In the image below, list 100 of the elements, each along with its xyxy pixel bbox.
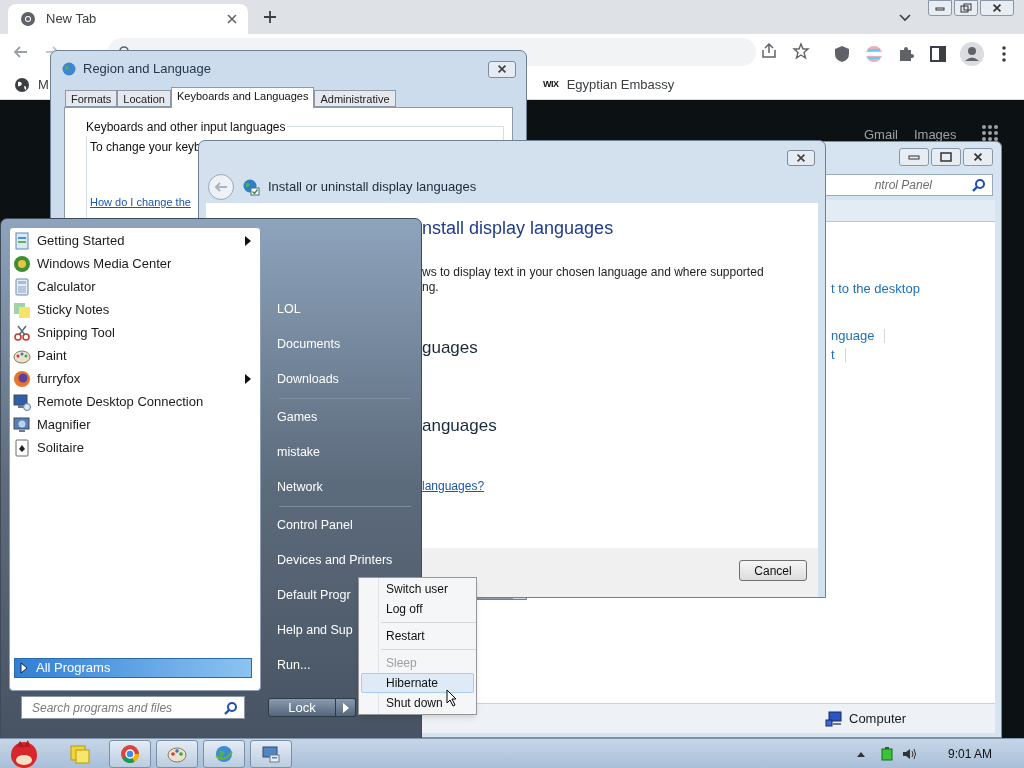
menu-item[interactable]: mistake (269, 443, 321, 462)
program-item[interactable]: Windows Media Center (13, 252, 252, 275)
program-item[interactable]: Paint (13, 344, 252, 367)
sticky-notes-icon (13, 300, 31, 319)
program-label: Windows Media Center (37, 254, 173, 273)
program-item[interactable]: Getting Started (13, 229, 252, 252)
calculator-icon (13, 277, 31, 296)
description: ws to display text in your chosen language and where supported ng. (422, 265, 764, 295)
program-item[interactable]: Sticky Notes (13, 298, 252, 321)
browser-icon (20, 11, 36, 27)
menu-item[interactable]: Log off (361, 599, 474, 619)
program-item[interactable]: Magnifier (13, 413, 252, 436)
program-label: furryfox (37, 369, 82, 388)
taskbar-button[interactable] (156, 739, 198, 768)
tab[interactable]: Location (117, 90, 171, 107)
status-location: Computer (849, 709, 907, 728)
minimize-button[interactable] (928, 0, 952, 16)
menu-item[interactable]: Network (269, 478, 323, 497)
menu-item[interactable]: Restart (361, 626, 474, 646)
program-item[interactable]: Solitaire (13, 436, 252, 459)
page-heading: nstall display languages (422, 217, 615, 240)
program-label: Paint (37, 346, 68, 365)
link[interactable]: nguage (831, 327, 875, 344)
restore-button[interactable] (954, 0, 978, 16)
section-heading: guages (422, 337, 478, 359)
star-icon[interactable] (792, 42, 810, 60)
close-button[interactable] (980, 0, 1014, 16)
minimize-button[interactable] (899, 148, 929, 166)
triangle-right-icon (342, 702, 349, 713)
menu-item[interactable]: Documents (269, 335, 341, 354)
link[interactable]: t to the desktop (831, 280, 920, 297)
menu-item[interactable]: Switch user (361, 579, 474, 599)
new-tab-icon[interactable] (262, 9, 278, 25)
close-button[interactable] (787, 150, 815, 166)
program-label: Magnifier (37, 415, 92, 434)
close-button[interactable] (963, 148, 993, 166)
menu-item[interactable]: Control Panel (269, 516, 353, 535)
media-orb-icon (13, 254, 31, 273)
menu-item[interactable]: Devices and Printers (269, 551, 393, 570)
menu-item[interactable]: Default Progr (269, 586, 351, 605)
bookmark[interactable]: WIX Egyptian Embassy (543, 76, 675, 94)
page-link[interactable]: Images (913, 125, 957, 145)
profile-avatar-icon[interactable] (960, 42, 984, 66)
program-label: Getting Started (37, 231, 126, 250)
taskbar-button[interactable] (250, 739, 292, 768)
tab[interactable]: Keyboards and Languages (170, 87, 315, 108)
search-icon (972, 178, 986, 192)
tab-title: New Tab (46, 10, 98, 29)
close-icon (971, 151, 985, 163)
search-field[interactable]: Search programs and files (21, 696, 245, 719)
menu-item[interactable]: Hibernate (361, 673, 474, 693)
tab[interactable]: Formats (65, 90, 118, 107)
cancel-button[interactable]: Cancel (739, 560, 807, 581)
taskbar-button[interactable] (203, 739, 245, 768)
side-panel-icon[interactable] (928, 44, 948, 64)
all-programs-button[interactable]: All Programs (14, 658, 252, 678)
document-icon (13, 231, 31, 250)
computer-icon (825, 710, 843, 727)
menu-item[interactable]: Shut down (361, 693, 474, 713)
lock-button[interactable]: Lock (268, 698, 336, 717)
tab[interactable]: Administrative (314, 90, 396, 107)
share-icon[interactable] (760, 42, 778, 60)
program-item[interactable]: Remote Desktop Connection (13, 390, 252, 413)
bookmark[interactable]: M (14, 76, 49, 94)
sticky-notes-icon (69, 742, 91, 765)
scissors-icon (13, 323, 31, 342)
apps-grid-icon[interactable] (981, 124, 999, 142)
program-label: Remote Desktop Connection (37, 392, 205, 411)
close-icon (990, 2, 1004, 14)
program-label: Solitaire (37, 438, 85, 457)
taskbar-button[interactable] (109, 739, 151, 768)
help-link[interactable]: languages? (422, 477, 485, 495)
help-link[interactable]: How do I change the (90, 194, 191, 211)
magnifier-monitor-icon (13, 415, 31, 434)
menu-item[interactable]: Downloads (269, 370, 339, 389)
browser-tab[interactable]: New Tab (8, 4, 248, 34)
program-item[interactable]: Calculator (13, 275, 252, 298)
power-options-button[interactable] (336, 698, 356, 717)
page-link[interactable]: Gmail (864, 125, 898, 145)
clock[interactable]: 9:01 AM (947, 744, 992, 763)
search-placeholder: Search programs and files (32, 699, 174, 717)
link[interactable]: t (831, 346, 835, 363)
back-arrow-icon (214, 180, 228, 193)
search-placeholder: ntrol Panel (874, 177, 932, 194)
battery-icon[interactable] (879, 746, 894, 761)
program-item[interactable]: furryfox (13, 367, 252, 390)
monitor-icon (13, 392, 31, 411)
menu-item[interactable]: Help and Sup (269, 621, 353, 640)
shield-icon[interactable] (832, 44, 852, 64)
search-icon (224, 700, 238, 715)
program-item[interactable]: Snipping Tool (13, 321, 252, 344)
triangle-right-icon (20, 662, 28, 674)
globe-icon (61, 61, 77, 77)
close-button[interactable] (488, 60, 516, 78)
menu-item[interactable]: Run... (269, 656, 311, 675)
program-label: Calculator (37, 277, 97, 296)
bookmark-label: Egyptian Embassy (566, 76, 675, 95)
menu-item[interactable]: Games (269, 408, 318, 427)
speaker-icon[interactable] (901, 746, 918, 761)
maximize-button[interactable] (931, 148, 961, 166)
